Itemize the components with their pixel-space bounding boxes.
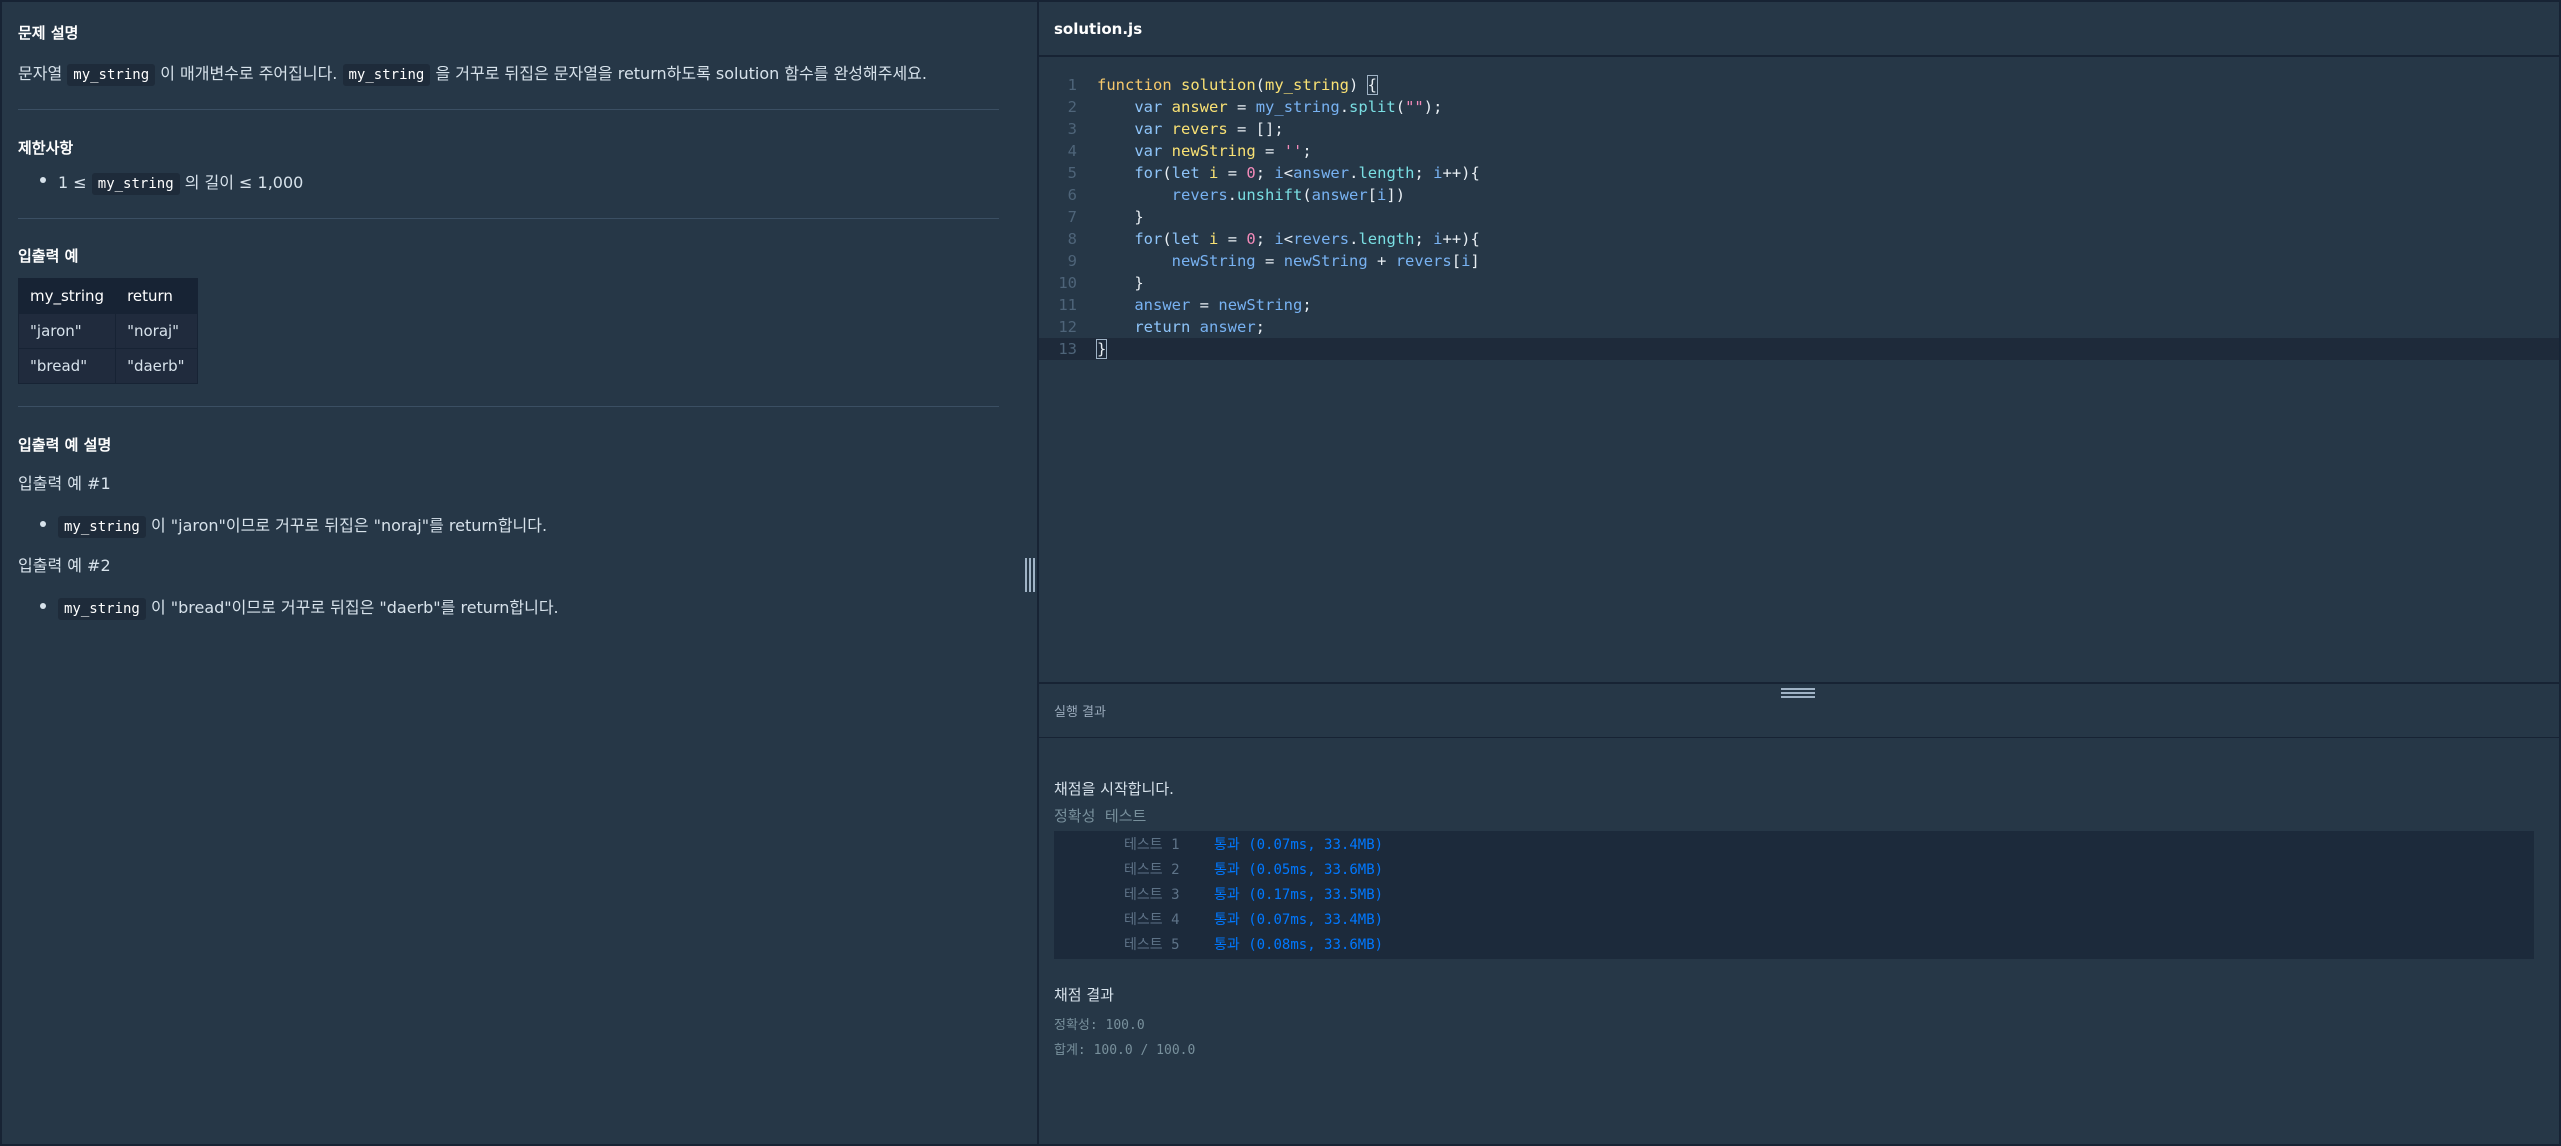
code-line-active[interactable]: 13} xyxy=(1039,338,2559,360)
constraints-title: 제한사항 xyxy=(18,139,74,157)
code-line[interactable]: 4 var newString = ''; xyxy=(1039,140,2559,162)
accuracy-score: 정확성: 100.0 xyxy=(1054,1018,1145,1033)
test-row: 테스트 4 통과 (0.07ms, 33.4MB) xyxy=(1054,908,2534,933)
test-name: 테스트 3 xyxy=(1124,887,1180,903)
test-category-label: 정확성 테스트 xyxy=(1054,807,1147,825)
line-number: 13 xyxy=(1058,340,1077,358)
divider xyxy=(18,406,999,407)
test-name: 테스트 5 xyxy=(1124,937,1180,953)
total-score: 합계: 100.0 / 100.0 xyxy=(1054,1043,1196,1058)
table-row: "bread" "daerb" xyxy=(17,348,199,384)
test-result: 통과 (0.07ms, 33.4MB) xyxy=(1214,837,1384,853)
explain-text: 이 "bread"이므로 거꾸로 뒤집은 "daerb"를 return합니다. xyxy=(150,598,559,617)
line-number: 6 xyxy=(1067,186,1077,204)
line-number: 5 xyxy=(1067,164,1077,182)
table-cell: "jaron" xyxy=(17,313,117,349)
description-text: 문자열 my_string 이 매개변수로 주어집니다. my_string 을… xyxy=(18,60,927,86)
test-row: 테스트 3 통과 (0.17ms, 33.5MB) xyxy=(1054,883,2534,908)
test-result: 통과 (0.08ms, 33.6MB) xyxy=(1214,937,1384,953)
problem-panel: 문제 설명 문자열 my_string 이 매개변수로 주어집니다. my_st… xyxy=(2,2,1037,1144)
inline-code: my_string xyxy=(91,173,180,195)
app-window: 문제 설명 문자열 my_string 이 매개변수로 주어집니다. my_st… xyxy=(0,0,2561,1146)
code-line[interactable]: 12 return answer; xyxy=(1039,316,2559,338)
test-row: 테스트 1 통과 (0.07ms, 33.4MB) xyxy=(1054,833,2534,858)
constraint-item: 1 ≤ my_string 의 길이 ≤ 1,000 xyxy=(58,169,304,195)
table-cell: "noraj" xyxy=(115,313,199,349)
explain-item: my_string 이 "jaron"이므로 거꾸로 뒤집은 "noraj"를 … xyxy=(58,512,548,538)
test-result: 통과 (0.07ms, 33.4MB) xyxy=(1214,912,1384,928)
table-header-row: my_string return xyxy=(17,278,199,314)
test-name: 테스트 1 xyxy=(1124,837,1180,853)
code-line[interactable]: 7 } xyxy=(1039,206,2559,228)
table-header-cell: my_string xyxy=(17,278,117,314)
file-tab[interactable]: solution.js xyxy=(1054,20,1142,38)
constraint-prefix: 1 ≤ xyxy=(58,173,87,192)
inline-code: my_string xyxy=(58,516,146,538)
divider xyxy=(18,218,999,219)
description-part: 이 매개변수로 주어집니다. xyxy=(160,64,338,83)
resize-grip-icon[interactable] xyxy=(1024,558,1036,592)
example-subtitle: 입출력 예 #2 xyxy=(18,556,111,575)
inline-code: my_string xyxy=(342,64,431,86)
line-number: 9 xyxy=(1067,252,1077,270)
test-result: 통과 (0.05ms, 33.6MB) xyxy=(1214,862,1384,878)
code-line[interactable]: 11 answer = newString; xyxy=(1039,294,2559,316)
inline-code: my_string xyxy=(58,598,146,620)
line-number: 2 xyxy=(1067,98,1077,116)
grading-start-text: 채점을 시작합니다. xyxy=(1054,780,1174,798)
line-number: 11 xyxy=(1058,296,1077,314)
line-number: 8 xyxy=(1067,230,1077,248)
description-part: 문자열 xyxy=(18,64,63,83)
editor-tabbar: solution.js xyxy=(1039,2,2559,57)
bullet-icon xyxy=(40,177,46,183)
test-row: 테스트 2 통과 (0.05ms, 33.6MB) xyxy=(1054,858,2534,883)
score-title: 채점 결과 xyxy=(1054,986,1114,1004)
test-name: 테스트 4 xyxy=(1124,912,1180,928)
result-title: 실행 결과 xyxy=(1054,705,1106,720)
explain-title: 입출력 예 설명 xyxy=(18,436,112,454)
code-line[interactable]: 3 var revers = []; xyxy=(1039,118,2559,140)
editor-panel: solution.js 1 function solution(my_string… xyxy=(1039,2,2559,1144)
line-number: 3 xyxy=(1067,120,1077,138)
line-number: 1 xyxy=(1067,76,1077,94)
table-row: "jaron" "noraj" xyxy=(17,313,199,349)
examples-table: my_string return "jaron" "noraj" "bread"… xyxy=(17,278,199,384)
code-line[interactable]: 5 for(let i = 0; i<answer.length; i++){ xyxy=(1039,162,2559,184)
test-name: 테스트 2 xyxy=(1124,862,1180,878)
table-header-cell: return xyxy=(115,278,199,314)
examples-title: 입출력 예 xyxy=(18,247,79,265)
example-subtitle: 입출력 예 #1 xyxy=(18,474,111,493)
line-number: 7 xyxy=(1067,208,1077,226)
divider xyxy=(18,109,999,110)
code-line[interactable]: 9 newString = newString + revers[i] xyxy=(1039,250,2559,272)
inline-code: my_string xyxy=(67,64,156,86)
table-cell: "bread" xyxy=(17,348,117,384)
bullet-icon xyxy=(40,521,46,527)
test-result: 통과 (0.17ms, 33.5MB) xyxy=(1214,887,1384,903)
code-line[interactable]: 2 var answer = my_string.split(""); xyxy=(1039,96,2559,118)
constraint-suffix: 의 길이 ≤ 1,000 xyxy=(184,173,304,192)
line-number: 10 xyxy=(1058,274,1077,292)
line-number: 4 xyxy=(1067,142,1077,160)
description-title: 문제 설명 xyxy=(18,24,79,42)
line-number: 12 xyxy=(1058,318,1077,336)
code-editor[interactable]: 1 function solution(my_string) { 2 var an… xyxy=(1039,59,2559,682)
table-cell: "daerb" xyxy=(115,348,199,384)
explain-text: 이 "jaron"이므로 거꾸로 뒤집은 "noraj"를 return합니다. xyxy=(150,516,548,535)
code-line[interactable]: 1 function solution(my_string) { xyxy=(1039,74,2559,96)
code-line[interactable]: 6 revers.unshift(answer[i]) xyxy=(1039,184,2559,206)
bullet-icon xyxy=(40,603,46,609)
test-results: 테스트 1 통과 (0.07ms, 33.4MB) 테스트 2 통과 (0.05ms… xyxy=(1054,831,2534,959)
explain-item: my_string 이 "bread"이므로 거꾸로 뒤집은 "daerb"를 … xyxy=(58,594,559,620)
result-header: 실행 결과 xyxy=(1039,684,2559,738)
description-part: 을 거꾸로 뒤집은 문자열을 return하도록 solution 함수를 완성… xyxy=(435,64,927,83)
test-row: 테스트 5 통과 (0.08ms, 33.6MB) xyxy=(1054,933,2534,958)
code-line[interactable]: 8 for(let i = 0; i<revers.length; i++){ xyxy=(1039,228,2559,250)
code-line[interactable]: 10 } xyxy=(1039,272,2559,294)
